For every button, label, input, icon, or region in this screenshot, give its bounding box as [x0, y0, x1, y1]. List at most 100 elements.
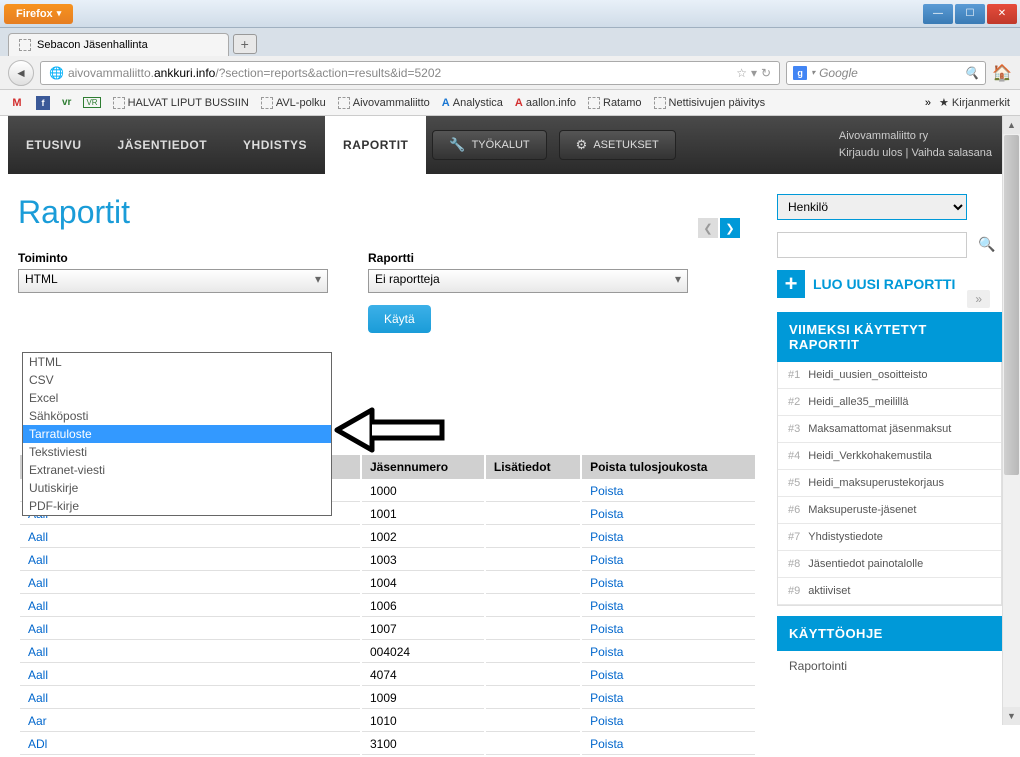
member-name-link[interactable]: Aall — [28, 668, 48, 682]
guide-link[interactable]: Raportointi — [777, 651, 1002, 681]
bookmark-aallon[interactable]: Aaallon.info — [515, 97, 576, 109]
remove-link[interactable]: Poista — [590, 576, 623, 590]
search-magnifier-icon[interactable]: 🔍 — [964, 66, 979, 80]
scroll-up[interactable]: ▲ — [1003, 116, 1020, 134]
member-name-link[interactable]: Aar — [28, 714, 47, 728]
member-name-link[interactable]: Aall — [28, 530, 48, 544]
remove-link[interactable]: Poista — [590, 737, 623, 751]
bookmark-analystica[interactable]: AAnalystica — [442, 97, 503, 109]
th-lisatiedot[interactable]: Lisätiedot — [486, 455, 580, 479]
th-poista[interactable]: Poista tulosjoukosta — [582, 455, 755, 479]
dropdown-option[interactable]: Extranet-viesti — [23, 461, 331, 479]
pager-prev[interactable]: ❮ — [698, 218, 718, 238]
bookmark-vr2[interactable]: VR — [83, 97, 100, 108]
address-bar[interactable]: 🌐 aivovammaliitto.ankkuri.info/?section=… — [40, 61, 780, 85]
dropdown-option[interactable]: Tarratuloste — [23, 425, 331, 443]
dropdown-option[interactable]: CSV — [23, 371, 331, 389]
member-name-link[interactable]: ADl — [28, 737, 47, 751]
member-details — [486, 550, 580, 571]
member-name-link[interactable]: Aall — [28, 645, 48, 659]
dropdown-option[interactable]: Sähköposti — [23, 407, 331, 425]
bookmark-facebook[interactable]: f — [36, 96, 50, 110]
member-number: 1003 — [362, 550, 484, 571]
remove-link[interactable]: Poista — [590, 599, 623, 613]
recent-report-name: Heidi_alle35_meilillä — [808, 396, 908, 408]
nav-etusivu[interactable]: ETUSIVU — [8, 116, 100, 174]
remove-link[interactable]: Poista — [590, 714, 623, 728]
member-name-link[interactable]: Aall — [28, 576, 48, 590]
scroll-down[interactable]: ▼ — [1003, 707, 1020, 725]
recent-report-item[interactable]: #4Heidi_Verkkohakemustila — [778, 443, 1001, 470]
member-name-link[interactable]: Aall — [28, 553, 48, 567]
filter-search-input[interactable] — [777, 232, 967, 258]
recent-report-item[interactable]: #3Maksamattomat jäsenmaksut — [778, 416, 1001, 443]
remove-link[interactable]: Poista — [590, 530, 623, 544]
recent-report-item[interactable]: #1Heidi_uusien_osoitteisto — [778, 362, 1001, 389]
kayta-button[interactable]: Käytä — [368, 305, 431, 333]
plus-icon: + — [777, 270, 805, 298]
remove-link[interactable]: Poista — [590, 553, 623, 567]
nav-jasentiedot[interactable]: JÄSENTIEDOT — [100, 116, 226, 174]
new-tab-button[interactable]: + — [233, 34, 257, 54]
member-name-link[interactable]: Aall — [28, 691, 48, 705]
reload-icon[interactable]: ↻ — [761, 66, 771, 80]
member-name-link[interactable]: Aall — [28, 622, 48, 636]
dropdown-option[interactable]: Uutiskirje — [23, 479, 331, 497]
nav-raportit[interactable]: RAPORTIT — [325, 116, 426, 174]
raportti-select[interactable]: Ei raportteja — [368, 269, 688, 293]
nav-yhdistys[interactable]: YHDISTYS — [225, 116, 325, 174]
window-maximize[interactable]: ☐ — [955, 4, 985, 24]
scroll-thumb[interactable] — [1004, 135, 1019, 475]
bookmark-avl[interactable]: AVL-polku — [261, 97, 326, 109]
browser-tab[interactable]: Sebacon Jäsenhallinta — [8, 33, 229, 56]
nav-asetukset[interactable]: ⚙ASETUKSET — [559, 130, 676, 160]
bookmark-gmail[interactable]: M — [10, 96, 24, 110]
member-name-link[interactable]: Aall — [28, 599, 48, 613]
table-row: Aall 004024 Poista — [20, 642, 755, 663]
vertical-scrollbar[interactable]: ▲ ▼ — [1002, 116, 1020, 725]
recent-report-item[interactable]: #9aktiiviset — [778, 578, 1001, 605]
recent-report-item[interactable]: #7Yhdistystiedote — [778, 524, 1001, 551]
recent-report-item[interactable]: #8Jäsentiedot painotalolle — [778, 551, 1001, 578]
remove-link[interactable]: Poista — [590, 645, 623, 659]
logout-link[interactable]: Kirjaudu ulos — [839, 147, 903, 159]
dropdown-option[interactable]: PDF-kirje — [23, 497, 331, 515]
remove-link[interactable]: Poista — [590, 691, 623, 705]
nav-tyokalut[interactable]: 🔧TYÖKALUT — [432, 130, 546, 160]
bookmarks-menu[interactable]: ★Kirjanmerkit — [939, 96, 1010, 109]
change-password-link[interactable]: Vaihda salasana — [911, 147, 992, 159]
bookmark-aivo[interactable]: Aivovammaliitto — [338, 97, 430, 109]
raportti-label: Raportti — [368, 251, 688, 265]
star-icon[interactable]: ☆ — [736, 66, 747, 80]
back-button[interactable]: ◄ — [8, 60, 34, 86]
firefox-menu-button[interactable]: Firefox — [4, 4, 73, 24]
browser-search[interactable]: g ▾ Google 🔍 — [786, 61, 986, 85]
search-icon[interactable]: 🔍 — [975, 232, 999, 256]
recent-report-item[interactable]: #5Heidi_maksuperustekorjaus — [778, 470, 1001, 497]
collapse-sidebar[interactable]: » — [967, 290, 990, 308]
dropdown-option[interactable]: HTML — [23, 353, 331, 371]
home-button[interactable]: 🏠 — [992, 63, 1012, 83]
bookmark-halvat[interactable]: HALVAT LIPUT BUSSIIN — [113, 97, 249, 109]
filter-type-select[interactable]: Henkilö — [777, 194, 967, 220]
window-close[interactable]: ✕ — [987, 4, 1017, 24]
dropdown-option[interactable]: Tekstiviesti — [23, 443, 331, 461]
window-minimize[interactable]: — — [923, 4, 953, 24]
dropdown-option[interactable]: Excel — [23, 389, 331, 407]
remove-link[interactable]: Poista — [590, 507, 623, 521]
remove-link[interactable]: Poista — [590, 622, 623, 636]
bookmarks-bar: M f vr VR HALVAT LIPUT BUSSIIN AVL-polku… — [0, 90, 1020, 116]
remove-link[interactable]: Poista — [590, 668, 623, 682]
recent-report-item[interactable]: #6Maksuperuste-jäsenet — [778, 497, 1001, 524]
bookmark-nettisivu[interactable]: Nettisivujen päivitys — [654, 97, 766, 109]
table-row: Aall 1002 Poista — [20, 527, 755, 548]
toiminto-select[interactable]: HTML — [18, 269, 328, 293]
pager-next[interactable]: ❯ — [720, 218, 740, 238]
bookmarks-overflow[interactable]: » — [925, 97, 931, 109]
recent-report-item[interactable]: #2Heidi_alle35_meilillä — [778, 389, 1001, 416]
dropdown-icon[interactable]: ▾ — [751, 66, 757, 80]
bookmark-vr1[interactable]: vr — [62, 97, 71, 108]
remove-link[interactable]: Poista — [590, 484, 623, 498]
bookmark-ratamo[interactable]: Ratamo — [588, 97, 642, 109]
search-dropdown-icon[interactable]: ▾ — [811, 68, 815, 77]
